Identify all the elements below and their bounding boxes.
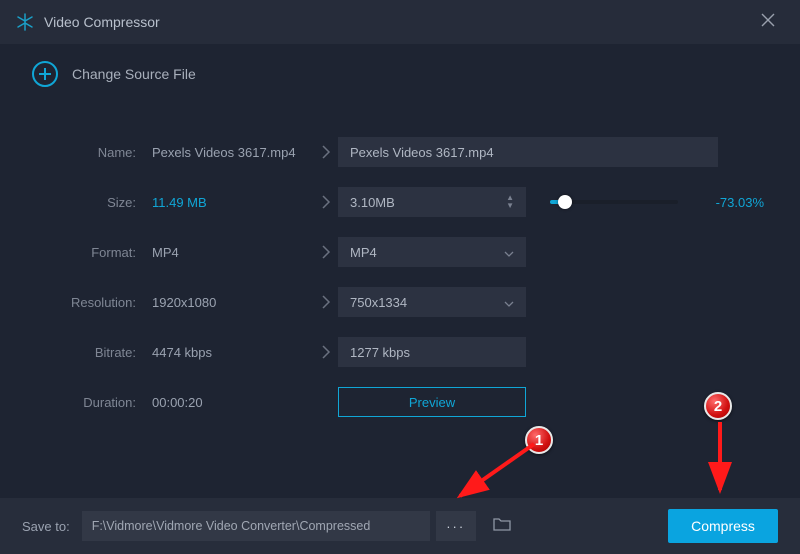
save-path-box[interactable]: F:\Vidmore\Vidmore Video Converter\Compr… [82, 511, 430, 541]
format-select[interactable]: MP4 [338, 237, 526, 267]
compressor-icon [16, 13, 34, 31]
folder-icon [493, 517, 511, 536]
chevron-right-icon [314, 145, 338, 159]
close-button[interactable] [752, 6, 784, 38]
label-name: Name: [36, 145, 152, 160]
row-bitrate: Bitrate: 4474 kbps 1277 kbps [36, 332, 764, 372]
preview-button-label: Preview [409, 395, 455, 410]
change-source-row[interactable]: Change Source File [0, 44, 800, 104]
size-slider[interactable] [550, 200, 678, 204]
close-icon [761, 13, 775, 32]
browse-more-button[interactable]: ··· [436, 511, 476, 541]
save-to-label: Save to: [22, 519, 70, 534]
compress-button-label: Compress [691, 518, 755, 534]
bitrate-value: 1277 kbps [350, 345, 410, 360]
reduction-percent: -73.03% [692, 195, 764, 210]
chevron-right-icon [314, 295, 338, 309]
row-format: Format: MP4 MP4 [36, 232, 764, 272]
bottom-bar: Save to: F:\Vidmore\Vidmore Video Conver… [0, 498, 800, 554]
change-source-label: Change Source File [72, 66, 196, 82]
preview-button[interactable]: Preview [338, 387, 526, 417]
source-resolution: 1920x1080 [152, 295, 314, 310]
slider-thumb[interactable] [558, 195, 572, 209]
chevron-right-icon [314, 245, 338, 259]
row-resolution: Resolution: 1920x1080 750x1334 [36, 282, 764, 322]
label-format: Format: [36, 245, 152, 260]
form-area: Name: Pexels Videos 3617.mp4 Size: 11.49… [0, 104, 800, 442]
source-format: MP4 [152, 245, 314, 260]
save-path-value: F:\Vidmore\Vidmore Video Converter\Compr… [92, 519, 371, 533]
label-duration: Duration: [36, 395, 152, 410]
more-icon: ··· [446, 519, 465, 534]
label-bitrate: Bitrate: [36, 345, 152, 360]
compress-button[interactable]: Compress [668, 509, 778, 543]
label-size: Size: [36, 195, 152, 210]
source-bitrate: 4474 kbps [152, 345, 314, 360]
source-name: Pexels Videos 3617.mp4 [152, 145, 314, 160]
row-name: Name: Pexels Videos 3617.mp4 [36, 132, 764, 172]
titlebar: Video Compressor [0, 0, 800, 44]
chevron-right-icon [314, 195, 338, 209]
source-size: 11.49 MB [152, 195, 314, 210]
chevron-down-icon [504, 245, 514, 260]
target-size-value: 3.10MB [350, 195, 395, 210]
annotation-marker-2: 2 [704, 392, 732, 420]
bitrate-display: 1277 kbps [338, 337, 526, 367]
resolution-value: 750x1334 [350, 295, 407, 310]
source-duration: 00:00:20 [152, 395, 314, 410]
row-size: Size: 11.49 MB 3.10MB ▲▼ -73.03% [36, 182, 764, 222]
filename-input-text[interactable] [350, 145, 706, 160]
label-resolution: Resolution: [36, 295, 152, 310]
annotation-marker-1: 1 [525, 426, 553, 454]
open-folder-button[interactable] [486, 511, 518, 541]
format-value: MP4 [350, 245, 377, 260]
add-icon [32, 61, 58, 87]
chevron-right-icon [314, 345, 338, 359]
target-size-stepper[interactable]: 3.10MB ▲▼ [338, 187, 526, 217]
spinner-icon: ▲▼ [506, 194, 514, 210]
resolution-select[interactable]: 750x1334 [338, 287, 526, 317]
size-slider-area: -73.03% [526, 195, 764, 210]
window-title: Video Compressor [44, 14, 160, 30]
chevron-down-icon [504, 295, 514, 310]
row-duration: Duration: 00:00:20 Preview [36, 382, 764, 422]
filename-input[interactable] [338, 137, 718, 167]
